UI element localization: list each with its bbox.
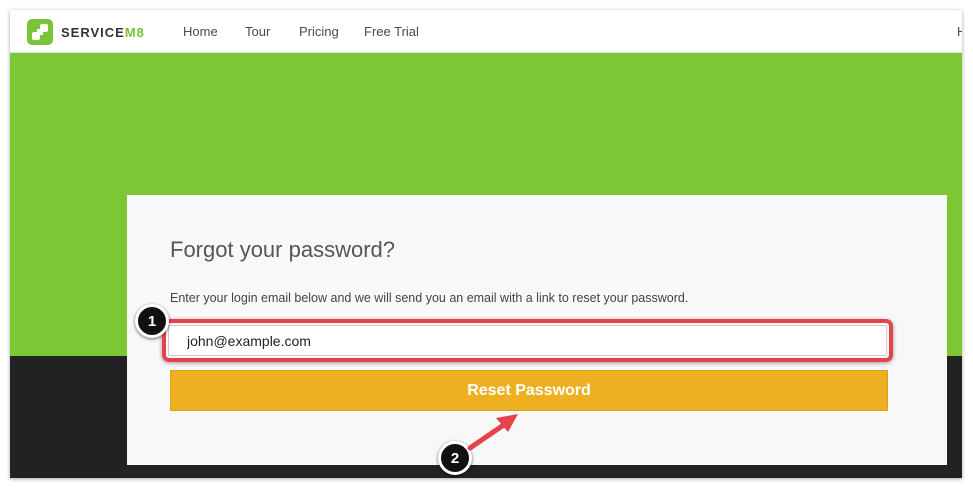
brand-logo[interactable]: SERVICEM8 — [27, 19, 145, 45]
email-input[interactable] — [168, 325, 887, 356]
brand-name: SERVICEM8 — [61, 25, 145, 40]
nav-cut-off-item[interactable]: H — [957, 24, 962, 39]
nav-tour-link[interactable]: Tour — [245, 24, 270, 39]
step-1-badge: 1 — [135, 304, 169, 338]
brand-name-accent: M8 — [124, 24, 145, 40]
page-title: Forgot your password? — [170, 237, 395, 262]
instructions-text: Enter your login email below and we will… — [170, 291, 689, 305]
reset-password-button[interactable]: Reset Password — [170, 370, 888, 411]
servicem8-logo-icon — [27, 19, 53, 45]
brand-name-main: SERVICE — [61, 24, 125, 40]
browser-viewport: SERVICEM8 Home Tour Pricing Free Trial H… — [10, 10, 962, 478]
step-2-badge: 2 — [438, 441, 472, 475]
nav-home-link[interactable]: Home — [183, 24, 218, 39]
forgot-password-card: Forgot your password? Enter your login e… — [127, 195, 947, 465]
top-navbar: SERVICEM8 Home Tour Pricing Free Trial H — [10, 10, 962, 53]
nav-free-trial-link[interactable]: Free Trial — [364, 24, 419, 39]
nav-pricing-link[interactable]: Pricing — [299, 24, 339, 39]
